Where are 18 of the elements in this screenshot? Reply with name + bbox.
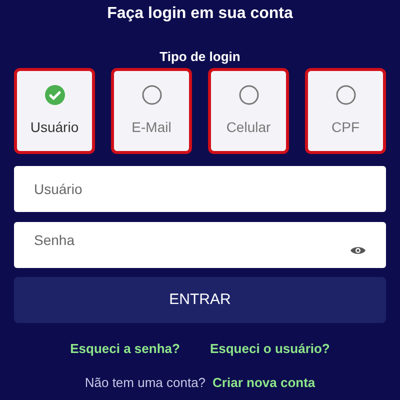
submit-button[interactable]: ENTRAR: [14, 277, 386, 323]
login-type-option[interactable]: Celular: [208, 68, 289, 154]
text-link[interactable]: Esqueci a senha?: [70, 339, 180, 358]
check-icon: [44, 85, 64, 105]
input-field[interactable]: Usuário: [14, 166, 386, 212]
signup-link[interactable]: Criar nova conta: [212, 372, 316, 392]
signup-prompt: Não tem uma conta?: [84, 374, 206, 392]
login-type-option[interactable]: E-Mail: [111, 68, 192, 154]
input-field[interactable]: Senha: [14, 222, 386, 268]
radio-icon: [238, 85, 258, 105]
radio-icon: [336, 85, 356, 105]
section-label: Tipo de login: [160, 49, 240, 65]
login-type-option[interactable]: CPF: [305, 68, 386, 154]
page-title: Faça login em sua conta: [107, 4, 293, 24]
text-link[interactable]: Esqueci o usuário?: [210, 339, 330, 358]
eye-icon[interactable]: [350, 245, 366, 256]
radio-icon: [142, 85, 162, 105]
login-type-option[interactable]: Usuário: [14, 68, 95, 154]
